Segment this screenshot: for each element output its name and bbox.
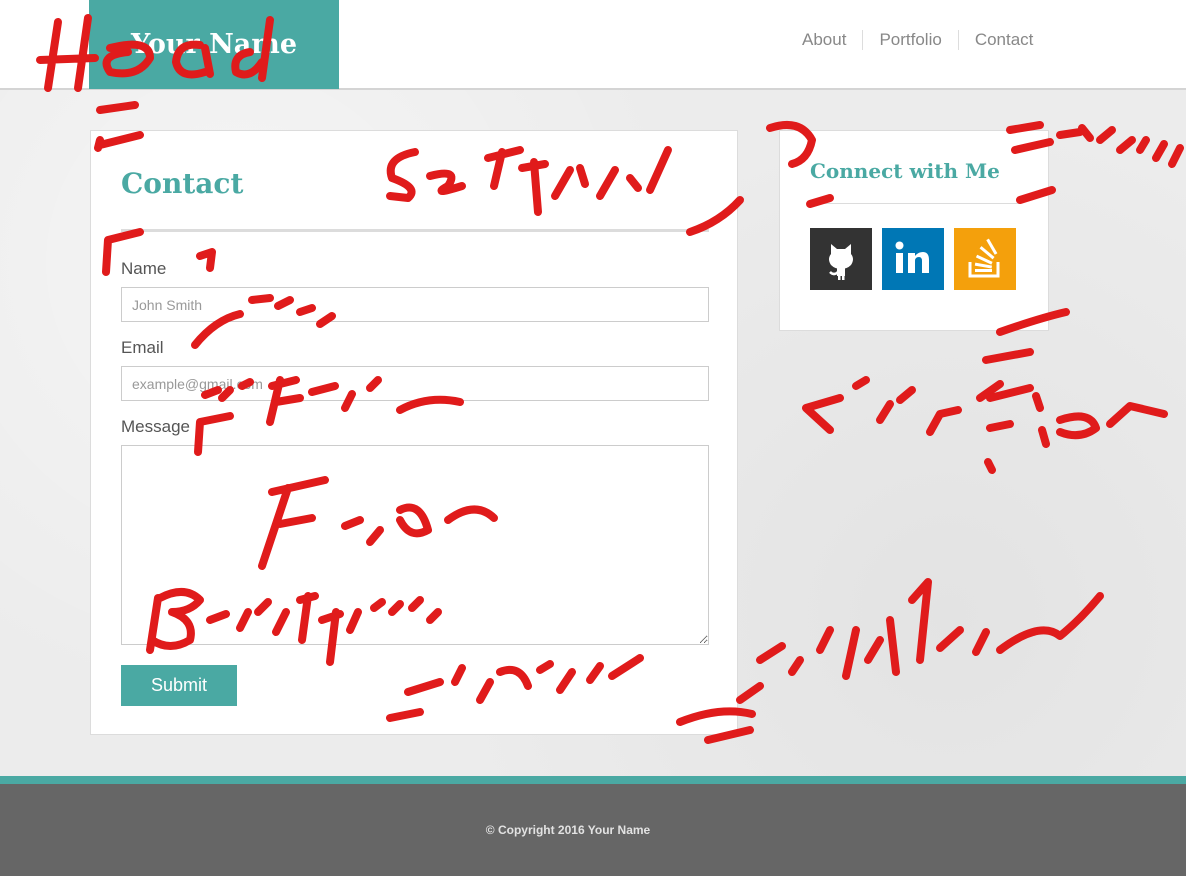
nav-about[interactable]: About [786,30,862,50]
github-link[interactable] [810,228,872,290]
footer-accent-bar [0,776,1186,784]
brand-logo[interactable]: Your Name [89,0,339,89]
title-divider [121,229,709,232]
message-label: Message [121,417,190,436]
nav-portfolio[interactable]: Portfolio [862,30,957,50]
email-input[interactable] [121,366,709,401]
nav-contact[interactable]: Contact [957,30,1050,50]
email-label: Email [121,338,164,357]
contact-section: Contact Name Email Message Submit [90,130,738,735]
linkedin-icon [882,228,944,290]
connect-divider [810,203,1020,204]
connect-section: Connect with Me [779,130,1049,331]
main-nav: About Portfolio Contact [786,30,1049,50]
stackoverflow-icon [954,228,1016,290]
message-textarea[interactable] [121,445,709,645]
connect-title: Connect with Me [810,159,1000,183]
github-icon [810,228,872,290]
copyright-text: © Copyright 2016 Your Name [485,823,651,837]
contact-title: Contact [121,167,244,200]
name-input[interactable] [121,287,709,322]
site-footer: © Copyright 2016 Your Name [0,784,1186,876]
submit-button[interactable]: Submit [121,665,237,706]
linkedin-link[interactable] [882,228,944,290]
stackoverflow-link[interactable] [954,228,1016,290]
site-header: Your Name About Portfolio Contact [0,0,1186,90]
name-label: Name [121,259,167,278]
